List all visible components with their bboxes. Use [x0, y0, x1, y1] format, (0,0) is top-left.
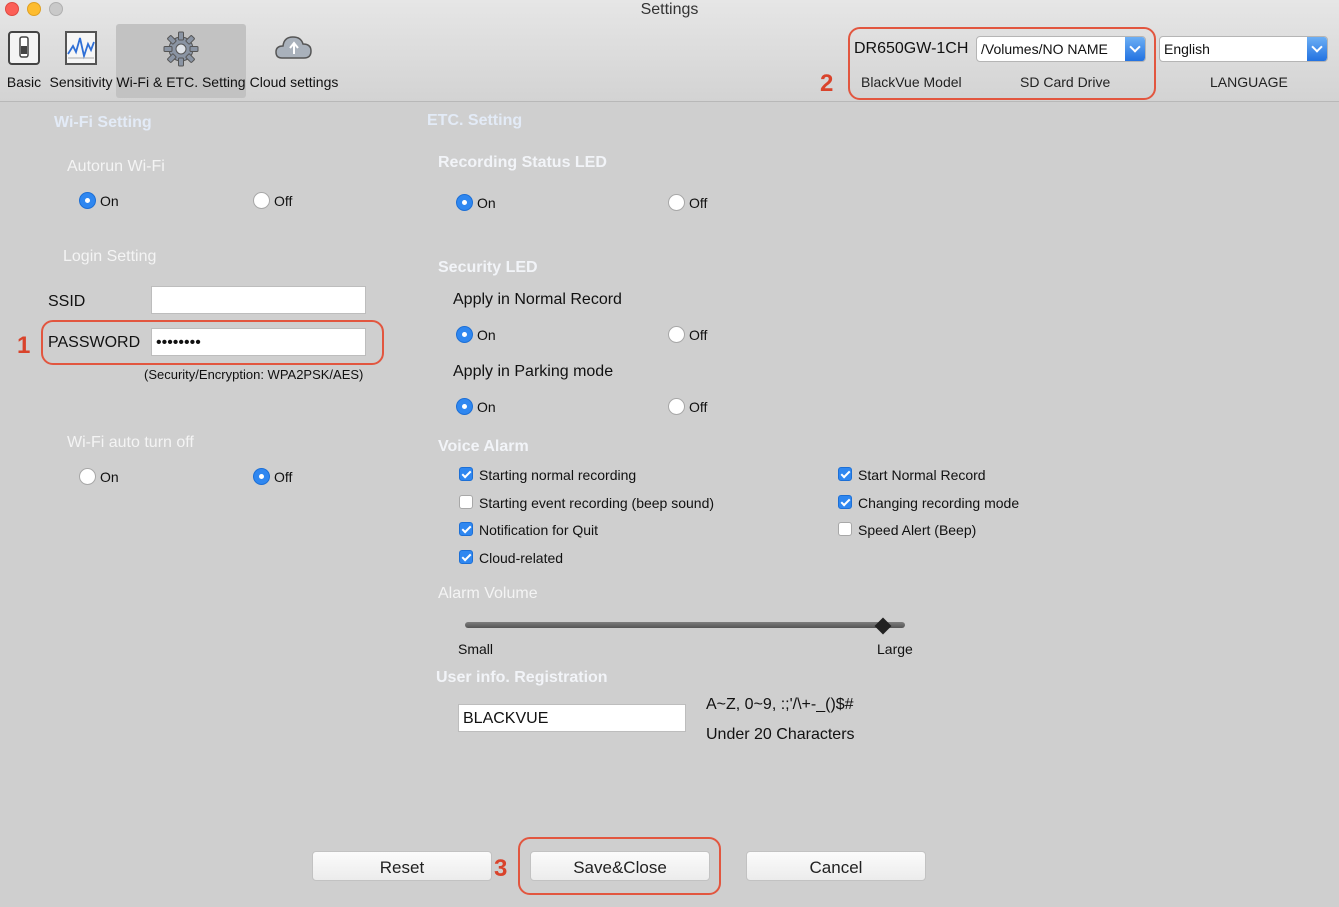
encryption-note: (Security/Encryption: WPA2PSK/AES): [144, 367, 364, 382]
tab-sensitivity[interactable]: Sensitivity: [48, 24, 114, 98]
gear-icon: [163, 31, 199, 67]
parking-mode-off-radio[interactable]: Off: [668, 397, 728, 417]
voice-alarm-checkbox[interactable]: Notification for Quit: [459, 521, 759, 539]
login-setting-title: Login Setting: [63, 248, 157, 265]
user-info-title: User info. Registration: [436, 669, 608, 686]
switch-icon: [8, 31, 40, 65]
security-led-title: Security LED: [438, 259, 538, 276]
normal-record-off-radio[interactable]: Off: [668, 325, 728, 345]
normal-record-title: Apply in Normal Record: [453, 291, 622, 308]
recording-status-led-title: Recording Status LED: [438, 154, 607, 171]
voice-alarm-title: Voice Alarm: [438, 438, 529, 455]
parking-mode-title: Apply in Parking mode: [453, 363, 614, 380]
autorun-wifi-title: Autorun Wi-Fi: [67, 158, 165, 175]
waveform-icon: [65, 31, 97, 65]
language-select[interactable]: English: [1159, 36, 1328, 62]
ssid-label: SSID: [48, 293, 86, 310]
tab-cloud-settings[interactable]: Cloud settings: [249, 24, 339, 98]
wifi-section-title: Wi-Fi Setting: [54, 114, 152, 131]
tab-wifi-etc-setting[interactable]: Wi-Fi & ETC. Setting: [116, 24, 246, 98]
voice-alarm-checkbox[interactable]: Cloud-related: [459, 549, 759, 567]
callout-number-2: 2: [820, 70, 834, 97]
normal-record-on-radio[interactable]: On: [456, 325, 516, 345]
blackvue-model-label: BlackVue Model: [861, 74, 962, 90]
cloud-upload-icon: [275, 36, 312, 59]
wifi-auto-off-off-radio[interactable]: Off: [253, 467, 313, 487]
callout-number-1: 1: [17, 332, 31, 359]
alarm-volume-slider[interactable]: [465, 622, 905, 628]
window-title: Settings: [640, 1, 699, 18]
voice-alarm-checkbox[interactable]: Changing recording mode: [838, 494, 1098, 512]
chevron-down-icon: [1125, 37, 1145, 61]
reset-button[interactable]: Reset: [312, 851, 492, 881]
wifi-auto-turn-off-title: Wi-Fi auto turn off: [67, 434, 194, 451]
voice-alarm-checkbox[interactable]: Starting event recording (beep sound): [459, 494, 759, 512]
sd-card-drive-label: SD Card Drive: [1020, 74, 1111, 90]
etc-section-title: ETC. Setting: [427, 112, 523, 129]
callout-number-3: 3: [494, 855, 508, 882]
alarm-volume-thumb[interactable]: [874, 617, 892, 635]
user-info-length-limit: Under 20 Characters: [706, 726, 855, 743]
user-info-allowed-chars: A~Z, 0~9, :;'/\+-_()$#: [706, 696, 854, 713]
volume-max-label: Large: [877, 641, 913, 657]
voice-alarm-checkbox[interactable]: Speed Alert (Beep): [838, 521, 1098, 539]
blackvue-model-value: DR650GW-1CH: [854, 40, 969, 57]
chevron-down-icon: [1307, 37, 1327, 61]
language-label: LANGUAGE: [1210, 74, 1288, 90]
volume-min-label: Small: [458, 641, 494, 657]
autorun-wifi-off-radio[interactable]: Off: [253, 191, 313, 211]
recording-led-off-radio[interactable]: Off: [668, 193, 728, 213]
alarm-volume-title: Alarm Volume: [438, 585, 538, 602]
tab-basic[interactable]: Basic: [3, 24, 45, 98]
password-label: PASSWORD: [48, 334, 141, 351]
parking-mode-on-radio[interactable]: On: [456, 397, 516, 417]
voice-alarm-checkbox[interactable]: Start Normal Record: [838, 466, 1098, 484]
save-close-button[interactable]: Save&Close: [530, 851, 710, 881]
sd-card-drive-select[interactable]: /Volumes/NO NAME: [976, 36, 1146, 62]
password-input[interactable]: ••••••••: [151, 328, 366, 356]
wifi-auto-off-on-radio[interactable]: On: [79, 467, 139, 487]
voice-alarm-checkbox[interactable]: Starting normal recording: [459, 466, 759, 484]
recording-led-on-radio[interactable]: On: [456, 193, 516, 213]
autorun-wifi-on-radio[interactable]: On: [79, 191, 139, 211]
cancel-button[interactable]: Cancel: [746, 851, 926, 881]
ssid-input[interactable]: [151, 286, 366, 314]
user-info-input[interactable]: BLACKVUE: [458, 704, 686, 732]
